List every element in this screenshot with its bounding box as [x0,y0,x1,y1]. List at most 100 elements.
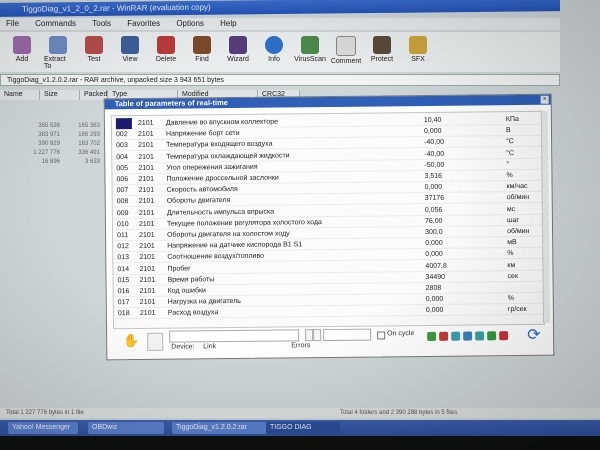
virusscan-icon [301,36,319,54]
param-code: 2101 [137,131,154,139]
menu-file[interactable]: File [6,19,19,28]
param-code: 2101 [138,220,155,228]
spin-down[interactable] [313,329,322,342]
errors-label: Errors [291,342,311,350]
param-value: 0,000 [425,307,444,315]
check-button[interactable] [487,331,497,341]
add-button[interactable]: Add [8,32,36,72]
cancel-button[interactable] [499,331,509,341]
param-value: 0,000 [425,295,444,304]
param-number: 009 [116,209,129,217]
menu-commands[interactable]: Commands [35,19,76,28]
dialog-title: Table of parameters of real-time [104,94,551,110]
param-code: 2101 [138,209,155,217]
task-yahoo-messenger[interactable]: Yahoo! Messenger [8,422,78,434]
param-name: Соотношение воздух/топливо [167,253,264,262]
param-number: 003 [116,142,128,150]
menu-options[interactable]: Options [176,19,204,28]
param-value: -50,00 [424,161,445,169]
param-unit: об/мин [506,194,530,202]
view-button[interactable]: View [116,32,144,72]
close-button[interactable]: × [540,95,549,104]
param-number: 010 [116,220,129,229]
spin-up[interactable] [305,329,314,342]
param-value: 300,0 [425,228,443,236]
record-button[interactable] [463,331,473,341]
table-scrollbar[interactable] [540,110,551,323]
param-name: Угол опережения зажигания [166,163,258,172]
status-right: Total 4 folders and 2 390 288 bytes in 5… [340,410,458,416]
menu-tools[interactable]: Tools [92,19,111,28]
param-name: Расход воздуха [167,309,219,318]
param-value: 76,00 [424,217,443,225]
task-obdwiz[interactable]: OBDwiz [88,422,164,434]
param-unit: В [505,127,511,135]
col-name[interactable]: Name [0,90,40,100]
param-number: 017 [117,299,130,307]
param-unit: км [507,261,516,269]
param-number: 007 [116,187,129,195]
param-number: 001 [115,118,132,130]
info-button[interactable]: Info [260,32,288,72]
delete-button[interactable]: Delete [152,32,180,72]
param-value: 37176 [424,195,445,203]
graph-button[interactable] [451,331,461,341]
list-item[interactable]: 383 971 166 293 [0,131,110,140]
param-value: 2808 [425,284,442,292]
file-list: 385 536 165 363 383 971 166 293 390 929 163… [0,104,110,167]
start-button[interactable] [427,331,437,341]
list-item[interactable]: 385 536 165 363 [0,122,110,131]
param-value: 0,000 [425,239,443,248]
param-code: 2101 [138,187,155,195]
param-name: Напряжение борт сети [165,130,240,138]
comment-button[interactable]: Comment [331,32,361,72]
param-name: Длительность импульса впрыска [166,208,275,217]
param-unit: % [507,295,515,303]
protect-button[interactable]: Protect [368,32,396,72]
param-unit: °С [506,138,515,146]
param-number: 008 [116,198,129,206]
add-icon [13,36,31,54]
winrar-menu: File Commands Tools Favorites Options He… [0,18,560,30]
archive-path[interactable]: TiggoDiag_v1.2.0.2.rar - RAR archive, un… [0,74,560,86]
refresh-icon[interactable]: ⟳ [527,327,543,345]
virusscan-button[interactable]: VirusScan [294,32,326,72]
param-number: 018 [117,310,130,318]
extract-button[interactable]: Extract To [44,32,72,72]
param-value: 0,000 [423,128,442,136]
list-item[interactable]: 16 896 3 633 [0,158,110,167]
list-item[interactable]: 390 929 163 702 [0,140,110,149]
task-tiggo-diag[interactable]: TIGGO DIAG [266,422,340,434]
wizard-icon [229,36,247,54]
comment-icon [336,36,356,56]
param-value: 0,000 [424,184,443,192]
stop-button[interactable] [439,331,449,341]
find-button[interactable]: Find [188,32,216,72]
param-code: 2101 [139,310,156,318]
blank-button[interactable] [147,332,164,351]
list-item[interactable]: 1 227 776 336 491 [0,149,110,158]
task-winrar[interactable]: TiggoDiag_v1.2.0.2.rar [172,422,270,434]
menu-favorites[interactable]: Favorites [127,19,160,28]
param-value: 0,056 [424,206,443,214]
test-button[interactable]: Test [80,32,108,72]
param-code: 2101 [138,164,154,172]
table-button[interactable] [475,331,485,341]
menu-help[interactable]: Help [220,19,236,28]
on-cycle-checkbox[interactable] [377,331,386,340]
errors-field [323,328,372,342]
hand-icon[interactable]: ✋ [123,333,139,349]
parameters-table: 001 2101 Давление во впускном коллекторе 10… [110,110,546,330]
param-code: 2101 [139,299,156,307]
param-name: Время работы [167,276,215,284]
sfx-button[interactable]: SFX [404,32,432,72]
sfx-icon [409,36,427,54]
col-size[interactable]: Size [40,90,80,100]
param-unit: ° [506,160,510,168]
param-number: 011 [117,232,129,240]
wizard-button[interactable]: Wizard [224,32,252,72]
param-name: Обороты двигателя [166,197,231,206]
param-unit: км/час [506,183,528,191]
param-number: 013 [117,254,130,262]
param-number: 004 [116,153,128,161]
